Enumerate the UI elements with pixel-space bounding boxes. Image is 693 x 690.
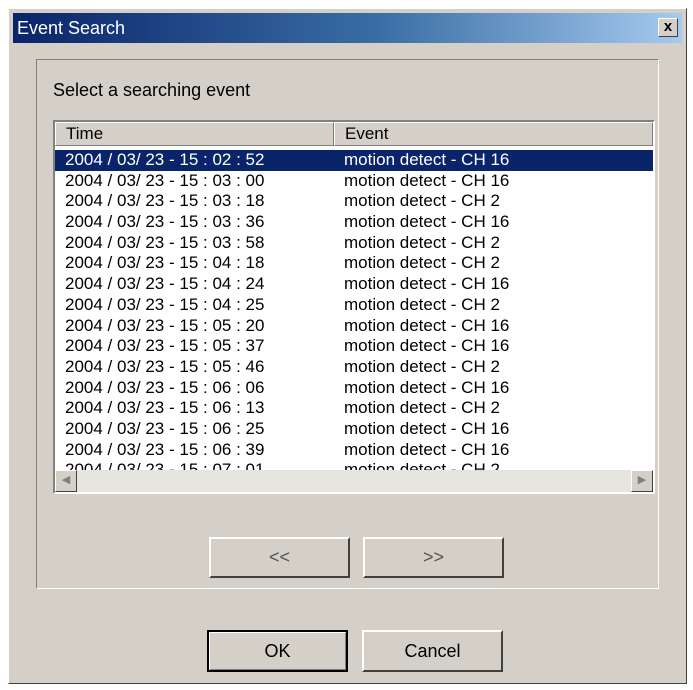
table-row[interactable]: 2004 / 03/ 23 - 15 : 03 : 18 motion detec… — [55, 191, 653, 212]
cell-event: motion detect - CH 16 — [344, 212, 510, 232]
table-row[interactable]: 2004 / 03/ 23 - 15 : 06 : 25 motion detec… — [55, 419, 653, 440]
table-row[interactable]: 2004 / 03/ 23 - 15 : 02 : 52 motion detec… — [55, 150, 653, 171]
cell-event: motion detect - CH 16 — [344, 274, 510, 294]
window-title: Event Search — [17, 18, 126, 38]
cell-event: motion detect - CH 2 — [344, 356, 500, 376]
cell-time: 2004 / 03/ 23 - 15 : 05 : 37 — [65, 336, 265, 356]
cell-event: motion detect - CH 16 — [344, 377, 510, 397]
cell-event: motion detect - CH 16 — [344, 315, 510, 335]
table-row[interactable]: 2004 / 03/ 23 - 15 : 03 : 36 motion detec… — [55, 212, 653, 233]
cell-time: 2004 / 03/ 23 - 15 : 06 : 06 — [65, 377, 265, 397]
cell-event: motion detect - CH 2 — [344, 191, 500, 211]
cell-time: 2004 / 03/ 23 - 15 : 04 : 25 — [65, 294, 265, 314]
cell-event: motion detect - CH 16 — [344, 439, 510, 459]
cell-time: 2004 / 03/ 23 - 15 : 06 : 13 — [65, 398, 265, 418]
horizontal-scrollbar[interactable]: ◀ ▶ — [55, 470, 653, 492]
table-row[interactable]: 2004 / 03/ 23 - 15 : 03 : 58 motion detec… — [55, 233, 653, 254]
table-row[interactable]: 2004 / 03/ 23 - 15 : 03 : 00 motion detec… — [55, 171, 653, 192]
cell-time: 2004 / 03/ 23 - 15 : 06 : 39 — [65, 439, 265, 459]
cell-event: motion detect - CH 2 — [344, 398, 500, 418]
cell-time: 2004 / 03/ 23 - 15 : 04 : 18 — [65, 253, 265, 273]
cell-event: motion detect - CH 16 — [344, 170, 510, 190]
next-page-button[interactable]: >> — [363, 537, 504, 578]
cell-time: 2004 / 03/ 23 - 15 : 03 : 36 — [65, 212, 265, 232]
cell-time: 2004 / 03/ 23 - 15 : 03 : 00 — [65, 170, 265, 190]
ok-button[interactable]: OK — [207, 630, 348, 672]
list-header: Time Event — [55, 122, 653, 146]
cell-time: 2004 / 03/ 23 - 15 : 02 : 52 — [65, 150, 265, 169]
table-row[interactable]: 2004 / 03/ 23 - 15 : 04 : 18 motion detec… — [55, 253, 653, 274]
table-row[interactable]: 2004 / 03/ 23 - 15 : 06 : 39 motion detec… — [55, 440, 653, 461]
cell-event: motion detect - CH 2 — [344, 294, 500, 314]
event-search-dialog: Event Search x Select a searching event … — [8, 8, 687, 684]
scroll-left-arrow-icon[interactable]: ◀ — [55, 470, 77, 492]
cell-time: 2004 / 03/ 23 - 15 : 05 : 46 — [65, 356, 265, 376]
group-label: Select a searching event — [53, 80, 251, 100]
column-header-time[interactable]: Time — [55, 122, 334, 146]
column-header-event[interactable]: Event — [334, 122, 653, 146]
cell-event: motion detect - CH 16 — [344, 150, 510, 169]
table-row[interactable]: 2004 / 03/ 23 - 15 : 04 : 24 motion detec… — [55, 274, 653, 295]
table-row[interactable]: 2004 / 03/ 23 - 15 : 04 : 25 motion detec… — [55, 295, 653, 316]
cell-event: motion detect - CH 16 — [344, 336, 510, 356]
scroll-right-arrow-icon[interactable]: ▶ — [631, 470, 653, 492]
table-row[interactable]: 2004 / 03/ 23 - 15 : 05 : 37 motion detec… — [55, 336, 653, 357]
event-group-box: Select a searching event Time Event 2004… — [36, 59, 659, 589]
cancel-button[interactable]: Cancel — [362, 630, 503, 672]
cell-time: 2004 / 03/ 23 - 15 : 03 : 58 — [65, 232, 265, 252]
previous-page-button[interactable]: << — [209, 537, 350, 578]
table-row[interactable]: 2004 / 03/ 23 - 15 : 05 : 20 motion detec… — [55, 316, 653, 337]
cell-event: motion detect - CH 16 — [344, 418, 510, 438]
cell-time: 2004 / 03/ 23 - 15 : 05 : 20 — [65, 315, 265, 335]
title-bar[interactable]: Event Search x — [13, 13, 682, 43]
cell-event: motion detect - CH 2 — [344, 232, 500, 252]
cell-event: motion detect - CH 2 — [344, 253, 500, 273]
close-icon[interactable]: x — [658, 18, 678, 37]
table-row[interactable]: 2004 / 03/ 23 - 15 : 05 : 46 motion detec… — [55, 357, 653, 378]
cell-time: 2004 / 03/ 23 - 15 : 06 : 25 — [65, 418, 265, 438]
cell-time: 2004 / 03/ 23 - 15 : 03 : 18 — [65, 191, 265, 211]
cell-time: 2004 / 03/ 23 - 15 : 04 : 24 — [65, 274, 265, 294]
list-rows: 2004 / 03/ 23 - 15 : 02 : 52 motion detec… — [55, 150, 653, 481]
table-row[interactable]: 2004 / 03/ 23 - 15 : 06 : 06 motion detec… — [55, 378, 653, 399]
event-list[interactable]: Time Event 2004 / 03/ 23 - 15 : 02 : 52 m… — [53, 120, 655, 494]
table-row[interactable]: 2004 / 03/ 23 - 15 : 06 : 13 motion detec… — [55, 398, 653, 419]
